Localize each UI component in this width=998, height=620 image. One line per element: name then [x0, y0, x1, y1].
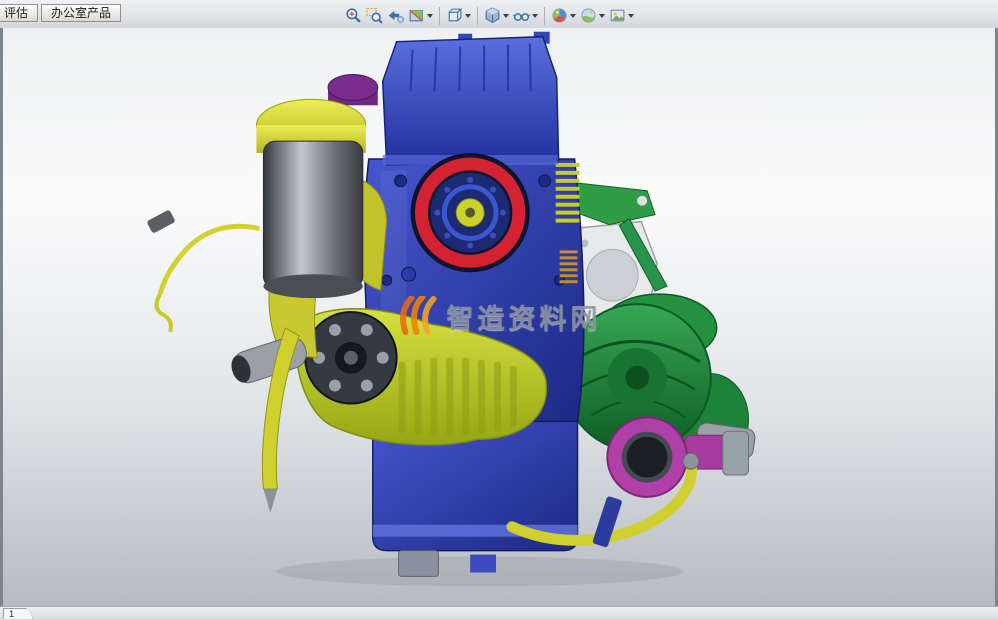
zoom-to-fit-icon	[345, 7, 362, 24]
engine-foot[interactable]	[399, 551, 439, 577]
dropdown-arrow-icon[interactable]	[503, 14, 509, 18]
breather-cap[interactable]	[328, 74, 378, 105]
previous-view-button[interactable]	[385, 2, 406, 29]
model-tab[interactable]: 1	[3, 608, 33, 619]
filter-housing[interactable]	[263, 141, 362, 298]
toolbar-separator	[439, 7, 440, 25]
dropdown-arrow-icon[interactable]	[599, 14, 605, 18]
zoom-to-area-icon	[366, 7, 383, 24]
engine-assembly-model[interactable]	[3, 28, 995, 607]
heads-up-toolbar	[343, 2, 636, 29]
apply-scene-icon	[580, 7, 597, 24]
dropdown-arrow-icon[interactable]	[427, 14, 433, 18]
dropdown-arrow-icon[interactable]	[628, 14, 634, 18]
graphics-viewport[interactable]: 智造资料网	[0, 28, 998, 607]
drain-plug[interactable]	[470, 555, 496, 573]
command-tabs: 评估 办公室产品	[0, 4, 121, 22]
hide-show-items-icon	[513, 7, 530, 24]
edit-appearance-icon	[551, 7, 568, 24]
view-orientation-button[interactable]	[444, 2, 473, 29]
zoom-to-area-button[interactable]	[364, 2, 385, 29]
dropdown-arrow-icon[interactable]	[465, 14, 471, 18]
front-flange[interactable]	[305, 312, 396, 403]
top-toolbar: 评估 办公室产品	[0, 0, 998, 29]
tab-evaluate[interactable]: 评估	[0, 4, 38, 22]
section-view-button[interactable]	[406, 2, 435, 29]
solidworks-window: 评估 办公室产品	[0, 0, 998, 620]
sensor-wire[interactable]	[146, 209, 259, 332]
display-style-button[interactable]	[482, 2, 511, 29]
hide-show-items-button[interactable]	[511, 2, 540, 29]
crank-pulley-ring[interactable]	[411, 153, 530, 272]
previous-view-icon	[387, 7, 404, 24]
dropdown-arrow-icon[interactable]	[570, 14, 576, 18]
view-settings-button[interactable]	[607, 2, 636, 29]
dropdown-arrow-icon[interactable]	[532, 14, 538, 18]
zoom-to-fit-button[interactable]	[343, 2, 364, 29]
edit-appearance-button[interactable]	[549, 2, 578, 29]
view-orientation-icon	[446, 7, 463, 24]
status-bar: 1	[0, 606, 998, 620]
view-settings-icon	[609, 7, 626, 24]
display-style-icon	[484, 7, 501, 24]
apply-scene-button[interactable]	[578, 2, 607, 29]
tab-office-products[interactable]: 办公室产品	[41, 4, 121, 22]
section-view-icon	[408, 7, 425, 24]
valve-cover[interactable]	[383, 32, 559, 165]
toolbar-separator	[544, 7, 545, 25]
toolbar-separator	[477, 7, 478, 25]
